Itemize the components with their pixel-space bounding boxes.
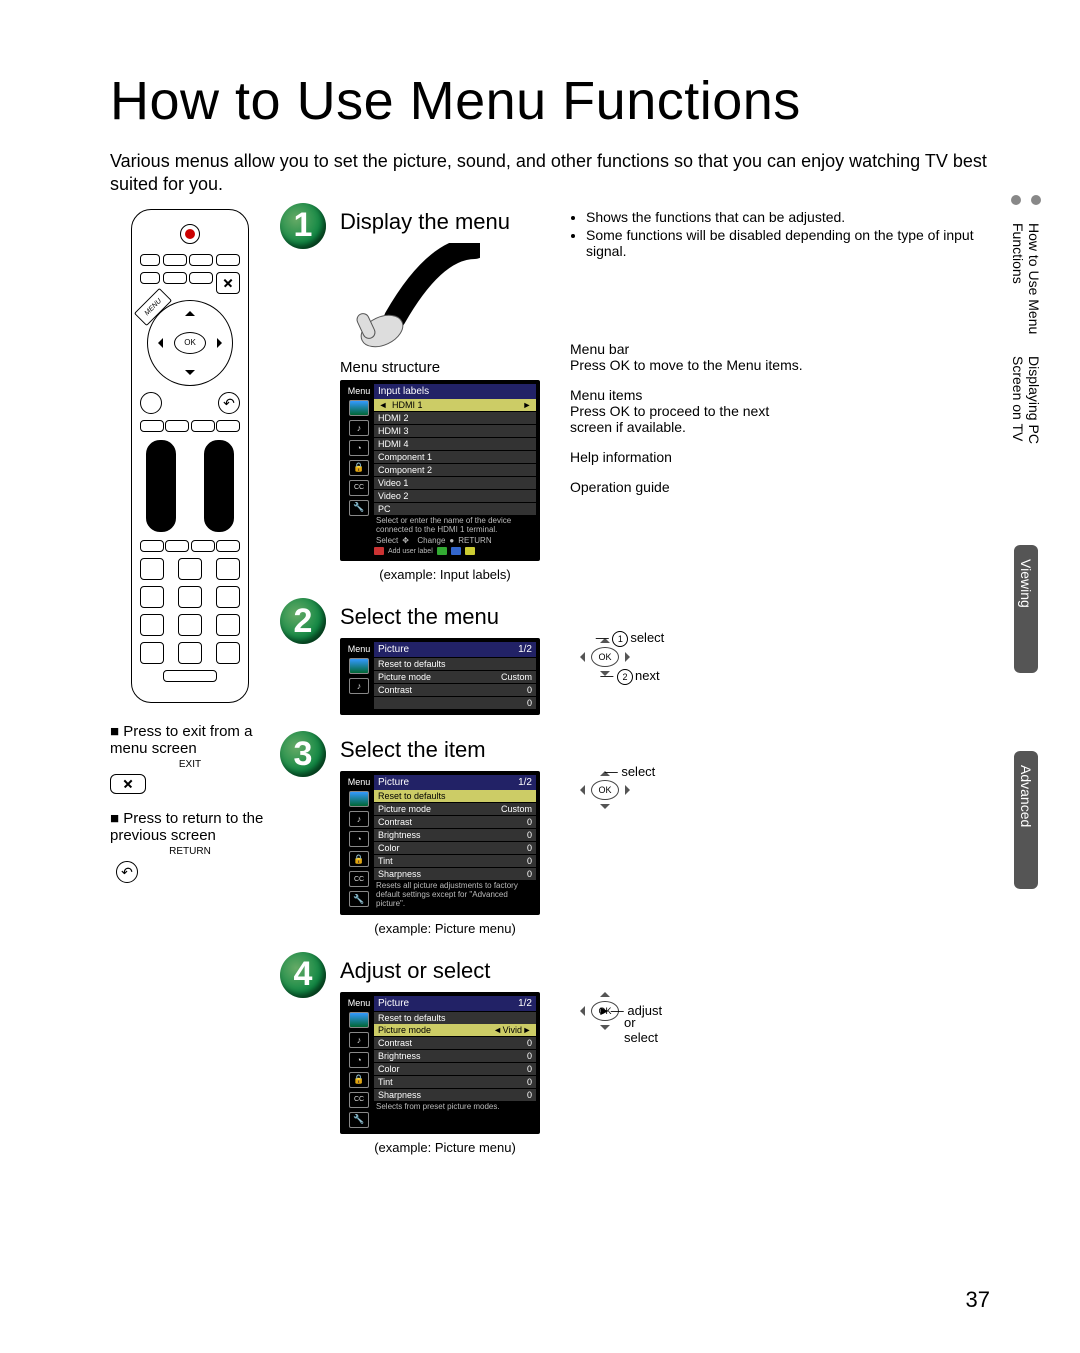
example-label-1: (example: Input labels) xyxy=(340,567,550,582)
audio-icon: ♪ xyxy=(349,678,369,694)
example-label-4: (example: Picture menu) xyxy=(340,1140,550,1155)
remote-control: MENU OK xyxy=(131,209,249,703)
step-3: 3 Select the item Menu ♪ CC Picture1/2 xyxy=(280,737,990,935)
power-button-icon xyxy=(180,224,200,244)
exit-icon xyxy=(216,272,240,294)
exit-button-icon xyxy=(110,774,146,794)
side-tabs: How to Use Menu Functions Displaying PC … xyxy=(1002,195,1050,907)
step-4: 4 Adjust or select Menu ♪ CC Picture1/2 xyxy=(280,958,990,1155)
picture-icon xyxy=(349,658,369,674)
menu-screenshot-input-labels: Menu ♪ CC Input labels ◄HDMI 1► xyxy=(340,380,540,562)
side-tab-topic: How to Use Menu Functions Displaying PC … xyxy=(1006,209,1046,497)
rocker-left xyxy=(146,440,176,532)
side-tab-line: Displaying PC Screen on TV xyxy=(1010,356,1042,483)
oknav-3: — select OK xyxy=(570,737,640,817)
oknav-4: OK ►— adjust orselect xyxy=(570,958,640,1038)
return-label: RETURN xyxy=(110,846,270,857)
return-button-icon xyxy=(116,861,138,883)
callout-help: Help information xyxy=(570,449,990,465)
ok-button: OK xyxy=(174,332,206,354)
step-2: 2 Select the menu Menu ♪ Picture1/2 xyxy=(280,604,990,715)
return-note: ■ Press to return to the previous screen… xyxy=(110,810,270,883)
step-number-4: 4 xyxy=(280,952,326,998)
menu-structure-label: Menu structure xyxy=(340,359,550,376)
callout-opguide: Operation guide xyxy=(570,479,990,495)
dpad: MENU OK xyxy=(147,300,233,386)
side-tab-line: How to Use Menu Functions xyxy=(1010,223,1042,350)
step-3-title: Select the item xyxy=(340,737,550,763)
page-title: How to Use Menu Functions xyxy=(110,70,990,132)
step-1: 1 Display the menu Menu structure xyxy=(280,209,990,583)
menu-screenshot-adjust: Menu ♪ CC Picture1/2 Reset to defaults P… xyxy=(340,992,540,1134)
lock-icon xyxy=(349,460,369,476)
menu-screenshot-select-menu: Menu ♪ Picture1/2 Reset to defaults Pict… xyxy=(340,638,540,715)
side-tab-viewing: Viewing xyxy=(1014,545,1038,673)
cc-icon: CC xyxy=(349,480,369,496)
press-menu-illustration xyxy=(340,243,480,353)
oknav-2: — 1select OK — 2next xyxy=(570,604,640,684)
exit-note: ■ Press to exit from a menu screen EXIT xyxy=(110,723,270,794)
step-number-2: 2 xyxy=(280,598,326,644)
tab-dots xyxy=(1011,195,1041,205)
return-icon xyxy=(218,392,240,414)
intro-text: Various menus allow you to set the pictu… xyxy=(110,150,990,197)
side-tab-advanced: Advanced xyxy=(1014,751,1038,889)
step1-notes: Shows the functions that can be adjusted… xyxy=(586,209,990,259)
menu-screenshot-select-item: Menu ♪ CC Picture1/2 Reset to defaults P… xyxy=(340,771,540,914)
picture-icon xyxy=(349,400,369,416)
example-label-3: (example: Picture menu) xyxy=(340,921,550,936)
callout-items: Menu items Press OK to proceed to the ne… xyxy=(570,387,990,435)
setup-icon xyxy=(349,500,369,516)
callout-menubar: Menu bar Press OK to move to the Menu it… xyxy=(570,341,990,373)
rocker-right xyxy=(204,440,234,532)
round-button xyxy=(140,392,162,414)
page-number: 37 xyxy=(966,1287,990,1313)
step-number-1: 1 xyxy=(280,203,326,249)
audio-icon: ♪ xyxy=(349,420,369,436)
timer-icon xyxy=(349,440,369,456)
exit-label: EXIT xyxy=(110,759,270,770)
step-1-title: Display the menu xyxy=(340,209,550,235)
step-number-3: 3 xyxy=(280,731,326,777)
step-2-title: Select the menu xyxy=(340,604,550,630)
step-4-title: Adjust or select xyxy=(340,958,550,984)
